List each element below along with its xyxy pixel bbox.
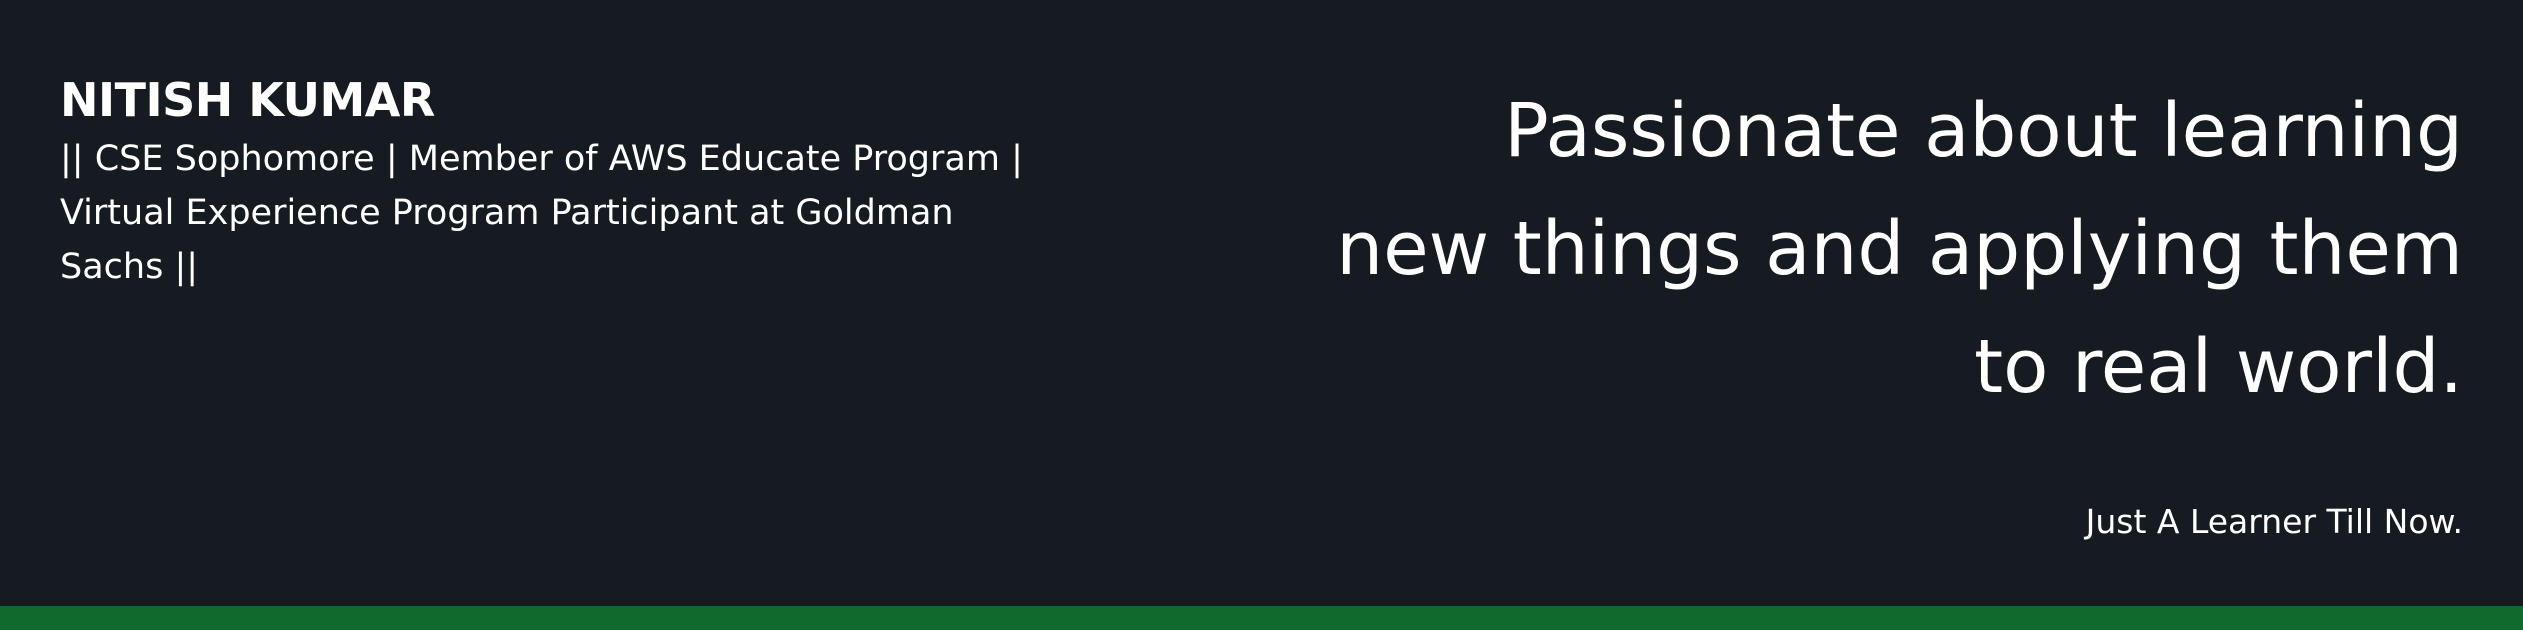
hero-tagline: Just A Learner Till Now.: [2085, 502, 2463, 541]
hero-headline-line-2: new things and applying them: [1336, 206, 2463, 292]
profile-name: NITISH KUMAR: [60, 73, 435, 127]
profile-bio: || CSE Sophomore | Member of AWS Educate…: [60, 139, 1023, 287]
hero-headline-line-3: to real world.: [1974, 324, 2463, 410]
profile-info: NITISH KUMAR || CSE Sophomore | Member o…: [60, 68, 1060, 294]
hero-section: Passionate about learning new things and…: [1103, 72, 2463, 426]
accent-bottom-bar: [0, 606, 2523, 630]
hero-headline-line-1: Passionate about learning: [1504, 88, 2463, 174]
profile-banner: NITISH KUMAR || CSE Sophomore | Member o…: [0, 0, 2523, 630]
hero-headline: Passionate about learning new things and…: [1103, 72, 2463, 426]
